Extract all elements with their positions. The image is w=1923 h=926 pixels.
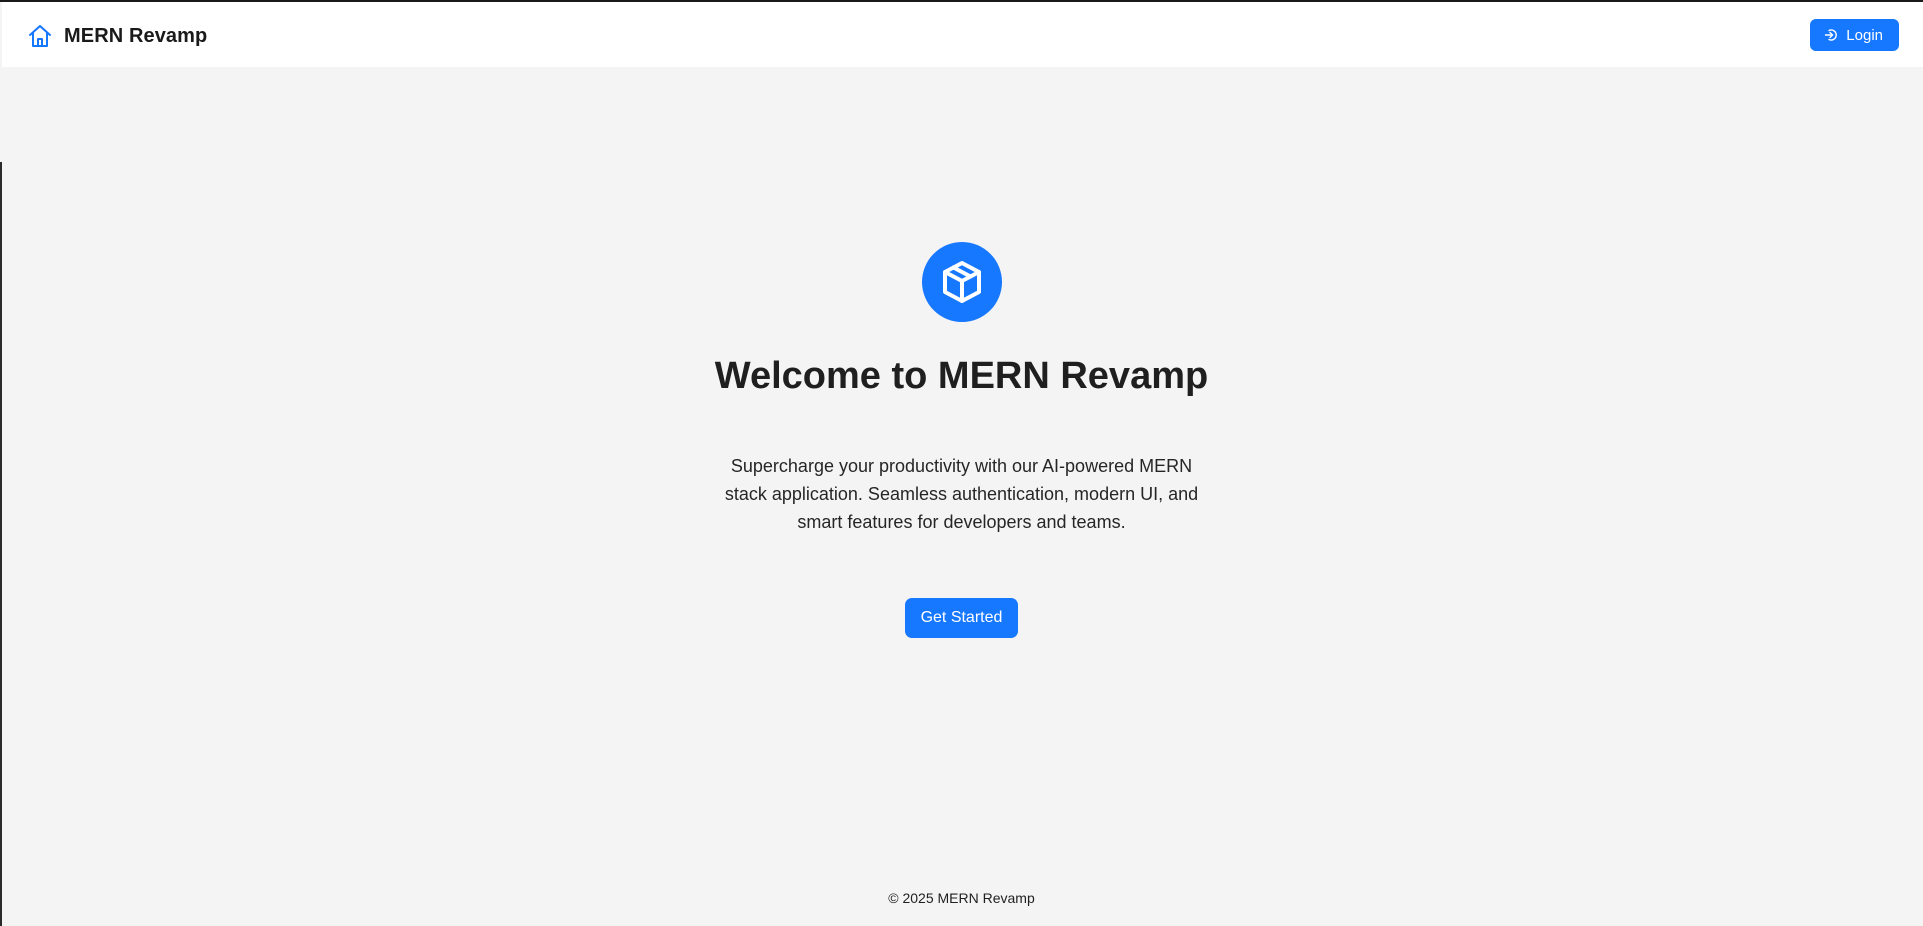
hero-section: Welcome to MERN Revamp Supercharge your …	[0, 242, 1923, 638]
top-navbar: MERN Revamp Login	[2, 2, 1923, 67]
login-icon	[1824, 28, 1838, 42]
get-started-button[interactable]: Get Started	[904, 598, 1019, 638]
footer-copyright: © 2025 MERN Revamp	[888, 890, 1035, 906]
brand-link[interactable]: MERN Revamp	[26, 22, 207, 50]
cube-icon	[921, 242, 1002, 322]
home-icon	[26, 22, 54, 50]
landing-page: MERN Revamp Login Welcome to MERN Revamp	[0, 0, 1923, 926]
login-button[interactable]: Login	[1810, 19, 1899, 51]
login-button-label: Login	[1846, 26, 1883, 44]
hero-description: Supercharge your productivity with our A…	[724, 456, 1199, 532]
hero-title: Welcome to MERN Revamp	[714, 355, 1209, 397]
brand-name: MERN Revamp	[64, 24, 208, 47]
